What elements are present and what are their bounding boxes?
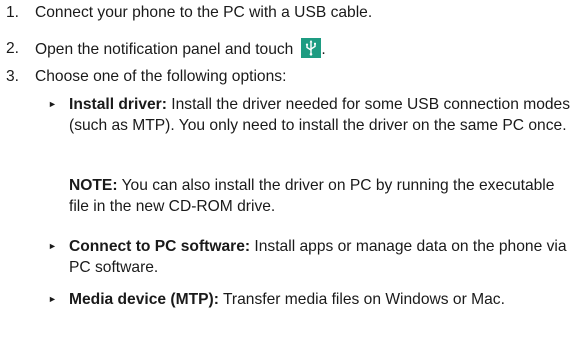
note-label: NOTE: [69, 177, 118, 194]
option-label: Install driver: [69, 96, 167, 113]
option-label: Media device (MTP): [69, 291, 219, 308]
step-number: 2. [6, 40, 20, 57]
triangle-bullet-icon: ► [48, 294, 57, 304]
step-number: 1. [6, 4, 20, 21]
usb-icon [301, 38, 322, 58]
step-text: Choose one of the following options: [35, 68, 287, 85]
option-body: Connect to PC software: Install apps or … [69, 236, 574, 278]
option-body: Media device (MTP): Transfer media files… [69, 289, 574, 310]
step-number: 3. [6, 68, 20, 85]
step-text-wrapper: Open the notification panel and touch . [35, 38, 326, 60]
note-text: You can also install the driver on PC by… [69, 177, 555, 215]
step-suffix: . [321, 41, 326, 58]
triangle-bullet-icon: ► [48, 99, 57, 109]
option-label: Connect to PC software: [69, 238, 251, 255]
step-text: Connect your phone to the PC with a USB … [35, 4, 373, 21]
option-body: Install driver: Install the driver neede… [69, 94, 574, 136]
step-text: Open the notification panel and touch [35, 41, 294, 58]
triangle-bullet-icon: ► [48, 241, 57, 251]
option-text: Transfer media files on Windows or Mac. [222, 291, 505, 308]
note: NOTE: You can also install the driver on… [69, 175, 574, 217]
document-page: 1. Connect your phone to the PC with a U… [0, 0, 582, 347]
